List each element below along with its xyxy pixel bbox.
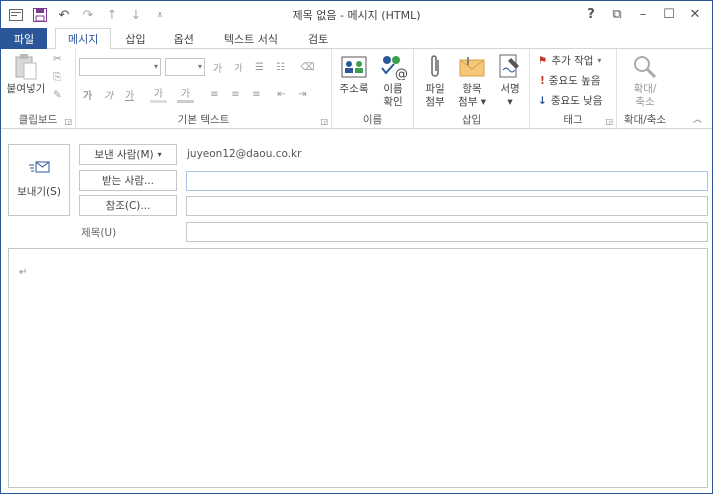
align-right-icon[interactable]: ≡ [248,85,265,103]
ribbon: 붙여넣기 ✂ ⎘ ✎ 클립보드 ◲ ▾ ▾ 가 가 ☰ ☷ ⌫ 가 가 가 가 … [1,49,712,129]
paste-button[interactable]: 붙여넣기 [5,53,47,96]
address-book-button[interactable]: 주소록 [335,53,373,96]
decrease-indent-icon[interactable]: ⇤ [273,85,290,103]
zoom-label-1: 확대/ [633,83,657,95]
basic-text-group-label: 기본 텍스트 [177,114,230,126]
maximize-button[interactable]: ☐ [656,3,682,25]
check-names-icon: @ [378,53,408,81]
attach-file-button[interactable]: 파일 첨부 [420,53,450,109]
flag-icon: ⚑ [538,54,548,67]
window-controls: ? ⧉ – ☐ ✕ [578,3,708,25]
group-clipboard: 붙여넣기 ✂ ⎘ ✎ 클립보드 ◲ [1,49,76,129]
align-center-icon[interactable]: ≡ [227,85,244,103]
check-names-label-1: 이름 [383,83,403,95]
names-group-label: 이름 [362,114,383,126]
send-button[interactable]: 보내기(S) [8,144,70,216]
from-address: juyeon12@daou.co.kr [187,148,302,160]
font-color-button[interactable]: 가 [177,85,194,103]
attach-item-button[interactable]: 항목 첨부 ▾ [454,53,490,109]
to-field[interactable] [186,171,708,191]
cut-icon[interactable]: ✂ [53,53,62,65]
magnifier-icon [630,53,660,81]
paste-label: 붙여넣기 [6,83,46,95]
attach-file-label-2: 첨부 [425,96,445,108]
italic-button[interactable]: 가 [100,85,117,103]
increase-indent-icon[interactable]: ⇥ [294,85,311,103]
dialog-launcher-icon[interactable]: ◲ [320,117,328,126]
close-button[interactable]: ✕ [682,3,708,25]
check-names-label-2: 확인 [383,96,403,108]
help-button[interactable]: ? [578,3,604,25]
message-body[interactable]: ↵ [8,248,708,488]
format-painter-icon[interactable]: ✎ [53,89,62,101]
paste-icon [11,53,41,81]
attach-item-label-1: 항목 [462,83,482,95]
check-names-button[interactable]: @ 이름 확인 [376,53,410,109]
underline-button[interactable]: 가 [121,85,138,103]
high-importance-button[interactable]: ! 중요도 높음 [540,73,600,88]
attach-item-icon [457,53,487,81]
bullets-icon[interactable]: ☰ [251,58,268,76]
grow-font-button[interactable]: 가 [209,58,226,76]
group-names: 주소록 @ 이름 확인 이름 [332,49,414,129]
signature-dropdown-icon: ▾ [507,96,513,108]
group-tags: ⚑ 추가 작업 ▾ ! 중요도 높음 ↓ 중요도 낮음 태그 ◲ [530,49,617,129]
ribbon-tabs: 파일 메시지 삽입 옵션 텍스트 서식 검토 [1,28,712,50]
shrink-font-button[interactable]: 가 [230,58,247,76]
subject-label: 제목(U) [81,227,117,239]
group-basic-text: ▾ ▾ 가 가 ☰ ☷ ⌫ 가 가 가 가 가 ≡ ≡ ≡ ⇤ ⇥ 기본 텍스트 [76,49,332,129]
subject-field[interactable] [186,222,708,242]
attach-file-label-1: 파일 [425,83,445,95]
dialog-launcher-icon[interactable]: ◲ [64,117,72,126]
zoom-label-2: 축소 [635,96,655,108]
from-button[interactable]: 보낸 사람(M) ▾ [79,144,177,165]
cc-field[interactable] [186,196,708,216]
low-importance-button[interactable]: ↓ 중요도 낮음 [538,93,602,108]
collapse-ribbon-icon[interactable]: ︿ [693,112,702,125]
signature-button[interactable]: 서명 ▾ [494,53,526,109]
follow-up-button[interactable]: ⚑ 추가 작업 ▾ [538,53,601,68]
font-name-select[interactable]: ▾ [79,58,161,76]
highlight-button[interactable]: 가 [150,85,167,103]
include-group-label: 삽입 [461,114,482,126]
group-include: 파일 첨부 항목 첨부 ▾ 서명 ▾ 삽입 [414,49,530,129]
bold-button[interactable]: 가 [79,85,96,103]
send-icon [28,161,50,178]
tab-format-text[interactable]: 텍스트 서식 [208,28,294,49]
signature-icon [495,53,525,81]
tab-review[interactable]: 검토 [294,28,342,49]
address-book-icon [339,53,369,81]
attach-item-label-2: 첨부 ▾ [458,96,486,108]
tab-file[interactable]: 파일 [1,28,47,49]
zoom-button[interactable]: 확대/ 축소 [625,53,665,109]
chevron-down-icon: ▾ [157,150,162,159]
send-label: 보내기(S) [17,186,61,198]
minimize-button[interactable]: – [630,3,656,25]
paperclip-icon [420,53,450,81]
cc-button[interactable]: 참조(C)... [79,195,177,216]
title-bar: ↶ ↷ ↑ ↓ ⩡ 제목 없음 - 메시지 (HTML) ? ⧉ – ☐ ✕ [1,1,712,28]
zoom-group-label: 확대/축소 [623,114,667,126]
svg-text:@: @ [395,67,407,80]
group-zoom: 확대/ 축소 확대/축소 [617,49,673,129]
ribbon-display-button[interactable]: ⧉ [604,3,630,25]
paragraph-mark: ↵ [19,267,28,278]
tab-insert[interactable]: 삽입 [111,28,159,49]
clear-format-icon[interactable]: ⌫ [299,58,316,76]
numbering-icon[interactable]: ☷ [272,58,289,76]
font-size-select[interactable]: ▾ [165,58,205,76]
signature-label: 서명 [500,83,520,95]
message-window: ↶ ↷ ↑ ↓ ⩡ 제목 없음 - 메시지 (HTML) ? ⧉ – ☐ ✕ 파… [0,0,713,494]
tab-message[interactable]: 메시지 [55,28,112,50]
copy-icon[interactable]: ⎘ [53,71,61,84]
address-book-label: 주소록 [339,83,369,95]
dialog-launcher-icon[interactable]: ◲ [605,117,613,126]
align-left-icon[interactable]: ≡ [206,85,223,103]
down-arrow-icon: ↓ [538,94,547,107]
tab-options[interactable]: 옵션 [160,28,208,49]
to-button[interactable]: 받는 사람... [79,170,177,191]
exclamation-icon: ! [540,74,545,87]
tags-group-label: 태그 [563,114,583,126]
